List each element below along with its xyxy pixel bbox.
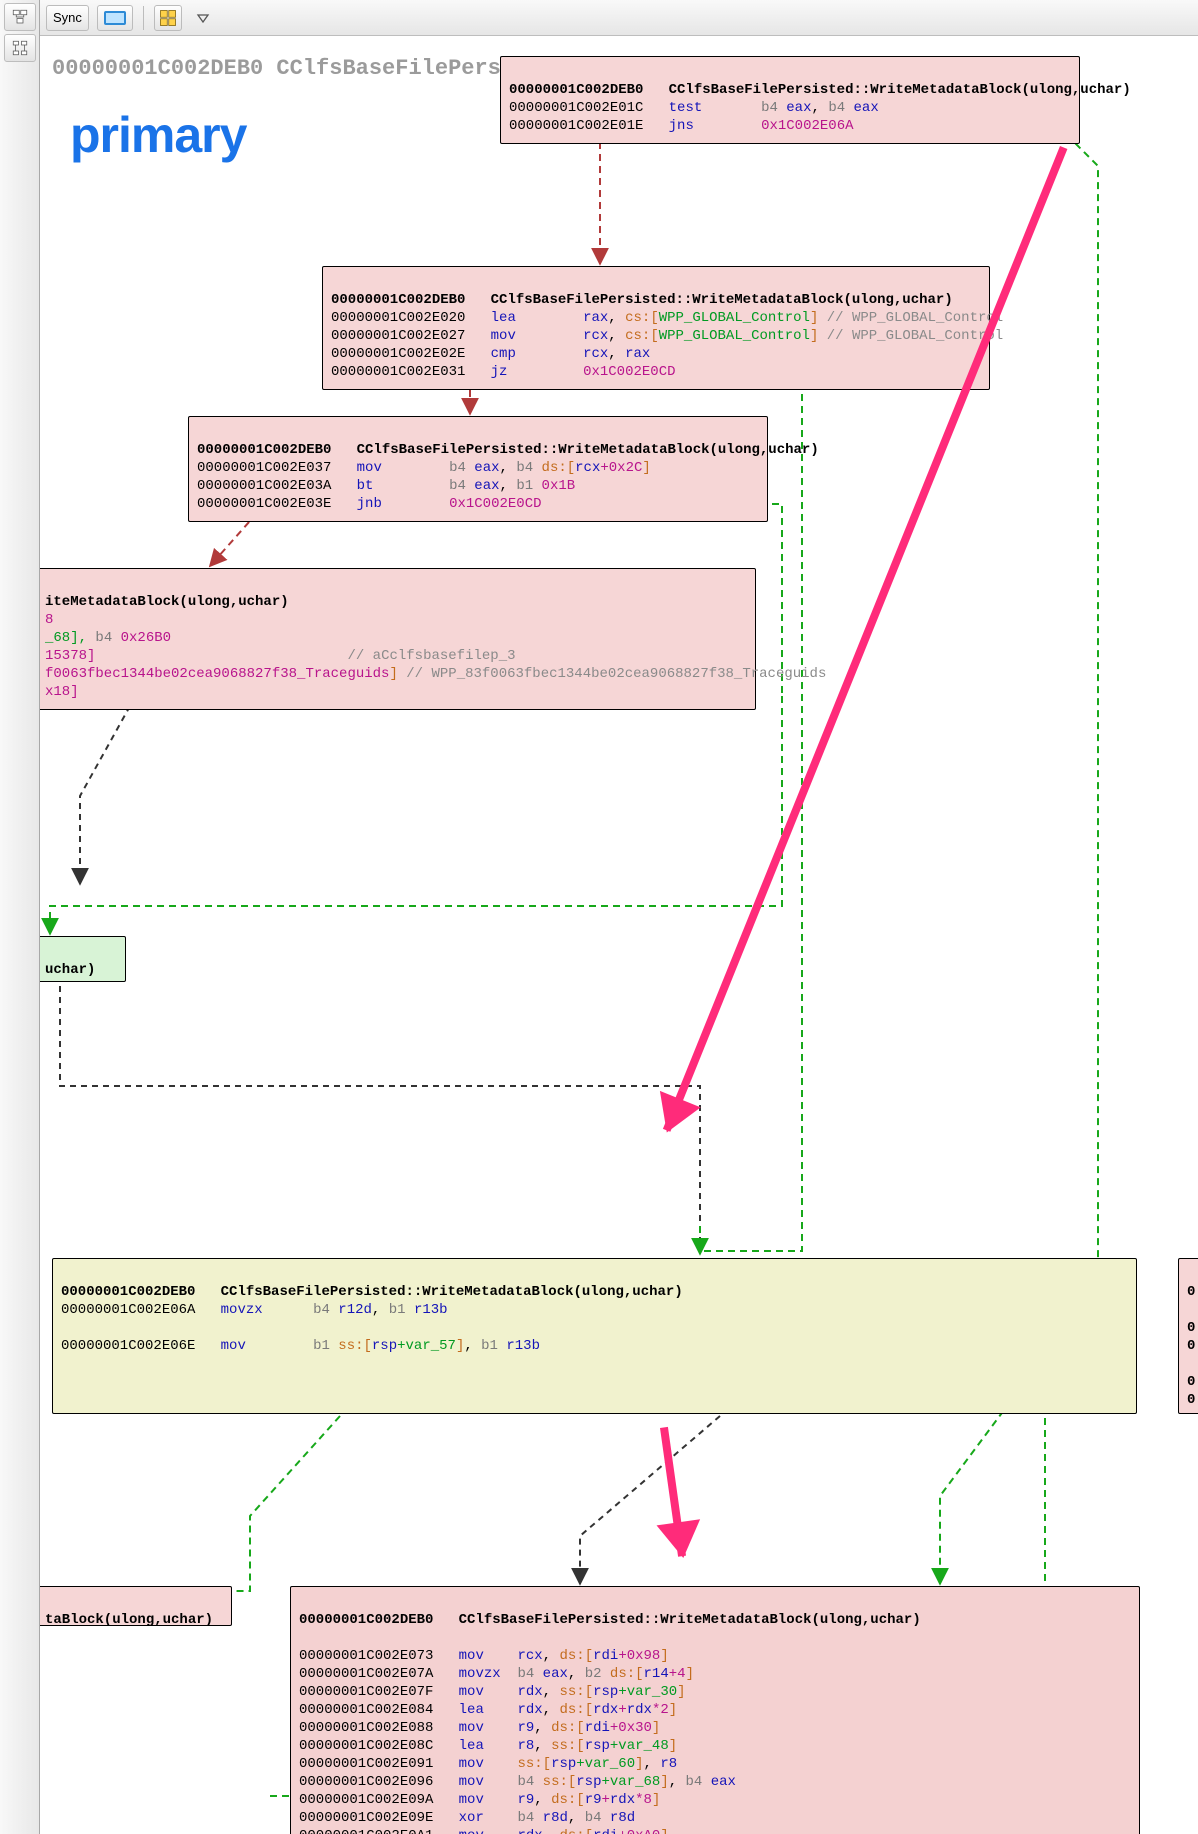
block-bt-check[interactable]: 00000001C002DEB0 CClfsBaseFilePersisted:…	[188, 416, 768, 522]
annotation-arrow-short	[660, 1427, 686, 1557]
graph-canvas[interactable]: 00000001C002DEB0 CClfsBaseFilePersisted:…	[40, 36, 1198, 1834]
block-entry[interactable]: 00000001C002DEB0 CClfsBaseFilePersisted:…	[500, 56, 1080, 144]
search-button[interactable]	[154, 5, 182, 31]
sync-button-label: Sync	[53, 10, 82, 25]
block-small-pink[interactable]: taBlock(ulong,uchar)	[40, 1586, 232, 1626]
block-right-clip[interactable]: 0 0 0 0 0	[1178, 1258, 1198, 1414]
block-writesector[interactable]: 00000001C002DEB0 CClfsBaseFilePersisted:…	[290, 1586, 1140, 1834]
toolbar-separator	[143, 6, 144, 30]
dropdown-button[interactable]	[190, 5, 216, 31]
graph-group-icon[interactable]	[4, 3, 36, 31]
block-wpp-check[interactable]: 00000001C002DEB0 CClfsBaseFilePersisted:…	[322, 266, 990, 390]
top-toolbar: Sync	[40, 0, 1198, 36]
block-trace[interactable]: iteMetadataBlock(ulong,uchar) 8 _68], b4…	[40, 568, 756, 710]
block-movzx[interactable]: 00000001C002DEB0 CClfsBaseFilePersisted:…	[52, 1258, 1137, 1414]
left-toolbar	[0, 0, 40, 1834]
display-mode-button[interactable]	[97, 5, 133, 31]
primary-watermark: primary	[70, 106, 246, 164]
block-small-green[interactable]: uchar)	[40, 936, 126, 982]
sync-button[interactable]: Sync	[46, 5, 89, 31]
graph-combine-icon[interactable]	[4, 34, 36, 62]
